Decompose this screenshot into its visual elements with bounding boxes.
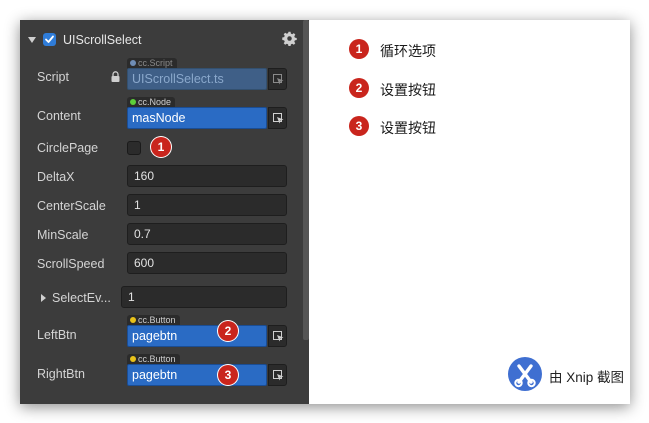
scissors-glyph (514, 364, 536, 388)
triangle-down-icon[interactable] (28, 37, 36, 43)
watermark-text: 由 Xnip 截图 (549, 370, 625, 385)
legend-text: 设置按钮 (380, 120, 436, 136)
property-label: Content (37, 109, 81, 123)
button-dot-icon (130, 356, 136, 362)
checkmark-icon (45, 35, 54, 43)
content-field[interactable]: masNode (127, 107, 267, 129)
annotation-badge-3: 3 (218, 365, 238, 385)
legend-badge: 3 (349, 116, 369, 136)
left-btn-picker-button[interactable] (268, 325, 287, 347)
triangle-right-icon[interactable] (41, 294, 46, 302)
button-dot-icon (130, 317, 136, 323)
property-label: LeftBtn (37, 328, 77, 342)
property-label: CirclePage (37, 141, 99, 155)
type-tag-text: cc.Script (138, 58, 173, 68)
object-picker-icon (273, 113, 284, 124)
property-label: CenterScale (37, 199, 106, 213)
script-field: UIScrollSelect.ts (127, 68, 267, 90)
min-scale-input[interactable]: 0.7 (127, 223, 287, 245)
node-dot-icon (130, 99, 136, 105)
type-tag-text: cc.Button (138, 315, 176, 325)
inspector-panel: UIScrollSelect Script cc.Script UIScroll… (20, 20, 309, 404)
select-events-count-input[interactable]: 1 (121, 286, 287, 308)
object-picker-icon (273, 370, 284, 381)
left-btn-field[interactable]: pagebtn (127, 325, 267, 347)
legend-badge: 1 (349, 39, 369, 59)
legend-text: 设置按钮 (380, 82, 436, 98)
property-label: DeltaX (37, 170, 75, 184)
scroll-speed-input[interactable]: 600 (127, 252, 287, 274)
center-scale-input[interactable]: 1 (127, 194, 287, 216)
legend-text: 循环选项 (380, 43, 436, 59)
property-label: RightBtn (37, 367, 85, 381)
type-tag-text: cc.Button (138, 354, 176, 364)
xnip-scissors-icon (508, 357, 542, 391)
script-dot-icon (130, 60, 136, 66)
annotation-badge-2: 2 (218, 321, 238, 341)
type-tag-text: cc.Node (138, 97, 172, 107)
inspector-scrollbar[interactable] (303, 20, 309, 340)
delta-x-input[interactable]: 160 (127, 165, 287, 187)
property-label: Script (37, 70, 69, 84)
content-picker-button[interactable] (268, 107, 287, 129)
component-header: UIScrollSelect (20, 26, 303, 54)
gear-icon[interactable] (282, 31, 297, 46)
object-picker-icon (273, 74, 284, 85)
property-label: ScrollSpeed (37, 257, 105, 271)
component-enabled-checkbox[interactable] (43, 33, 56, 46)
lock-icon (111, 71, 120, 82)
right-btn-field[interactable]: pagebtn (127, 364, 267, 386)
property-label: SelectEv... (52, 291, 111, 305)
annotation-badge-1: 1 (151, 137, 171, 157)
circle-page-checkbox[interactable] (127, 141, 141, 155)
annotation-legend: 1 循环选项 2 设置按钮 3 设置按钮 由 Xnip 截图 (329, 20, 630, 404)
right-btn-picker-button[interactable] (268, 364, 287, 386)
property-label: MinScale (37, 228, 89, 242)
object-picker-icon (273, 331, 284, 342)
script-picker-button (268, 68, 287, 90)
screenshot-frame: UIScrollSelect Script cc.Script UIScroll… (20, 20, 630, 404)
component-title: UIScrollSelect (63, 33, 142, 47)
legend-badge: 2 (349, 78, 369, 98)
